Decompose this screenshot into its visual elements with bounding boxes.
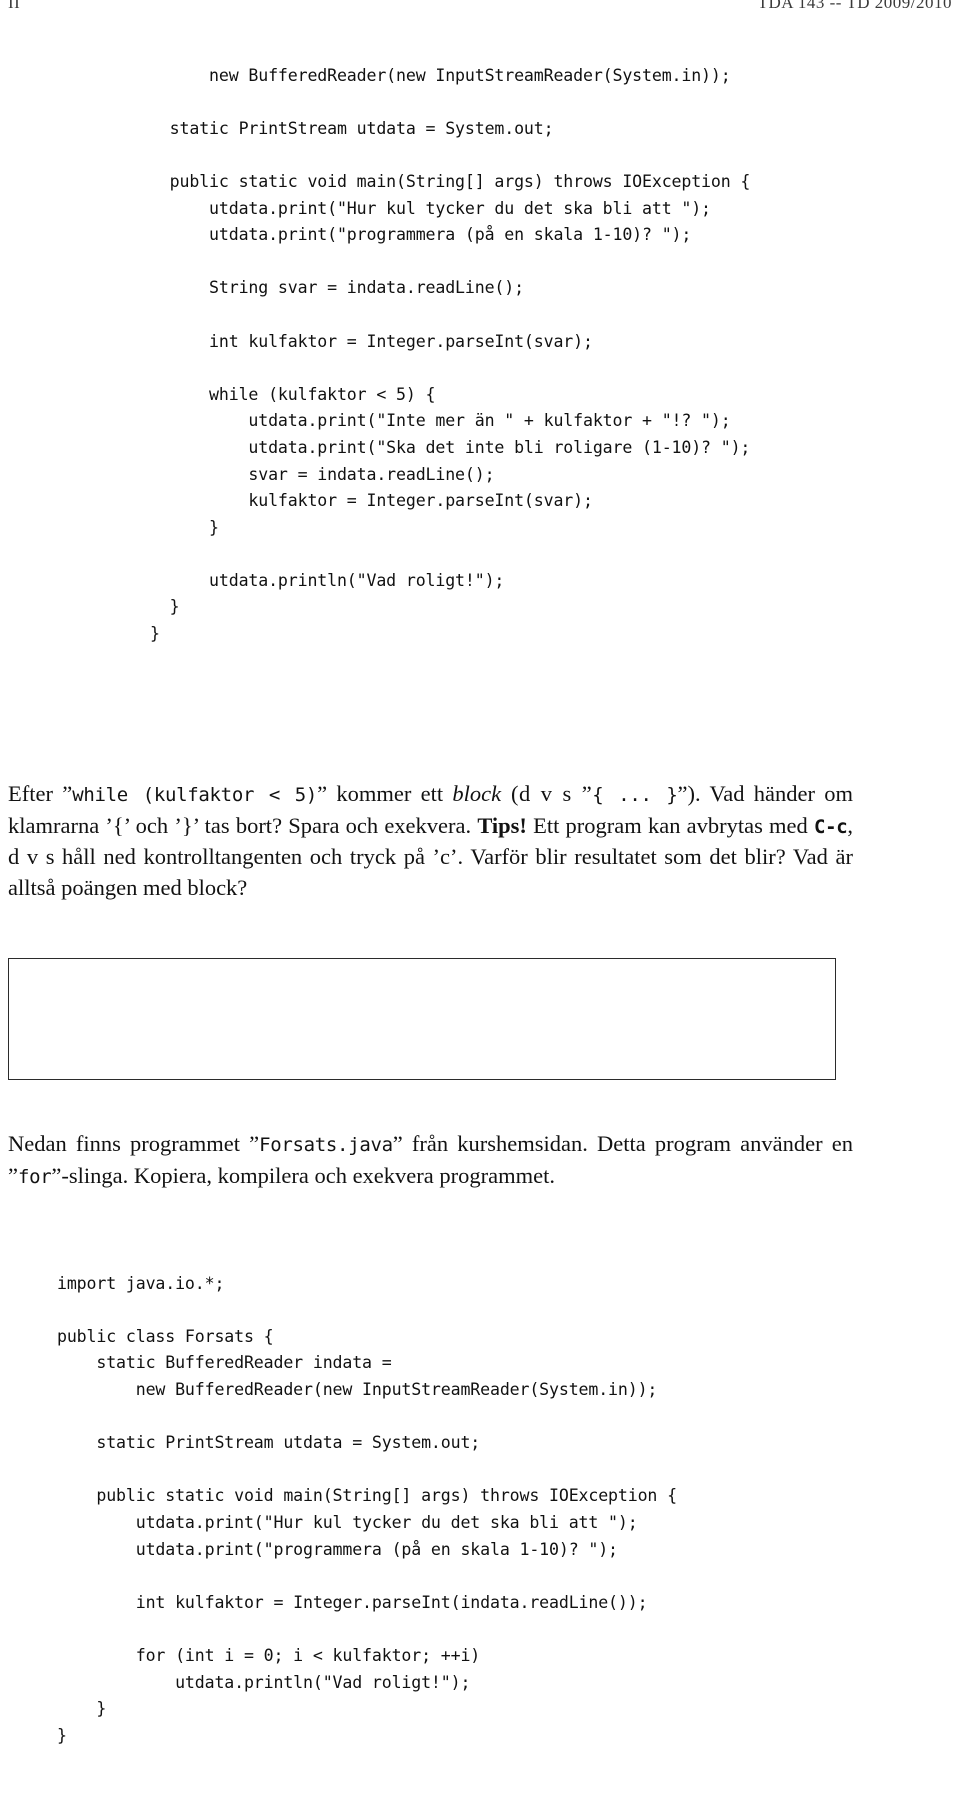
para-block-code-while: while (kulfaktor < 5) [72,784,318,806]
para-block-code-braces: { ... } [592,784,678,806]
para-forsats-code-for: for [18,1165,52,1188]
code-listing-forsats-program: import java.io.*; public class Forsats {… [57,1273,677,1745]
answer-input-box[interactable] [8,958,836,1080]
para-block-bold-tips: Tips! [477,812,527,838]
page-running-header: II TDA 143 -- TD 2009/2010 [0,0,960,11]
paragraph-block-explanation: Efter ”while (kulfaktor < 5)” kommer ett… [8,779,853,903]
para-block-code-ctrl-c: C-c [813,815,848,838]
para-forsats-text-1: Nedan finns programmet ” [8,1131,260,1156]
para-block-italic-block: block [452,781,502,806]
header-left-text: II [8,0,21,11]
paragraph-forsats-intro: Nedan finns programmet ”Forsats.java” fr… [8,1129,853,1192]
header-right-text: TDA 143 -- TD 2009/2010 [757,0,952,11]
code-listing-while-program: new BufferedReader(new InputStreamReader… [150,65,751,644]
para-block-text-5: Ett program kan avbrytas med [526,812,814,838]
para-block-text-2: ” kommer ett [317,781,453,806]
para-forsats-text-3: ”-slinga. Kopiera, kompilera och exekver… [51,1162,555,1188]
para-block-text-1: Efter ” [8,781,73,806]
para-forsats-code-filename: Forsats.java [259,1134,393,1156]
para-block-text-3: (d v s ” [501,781,593,806]
